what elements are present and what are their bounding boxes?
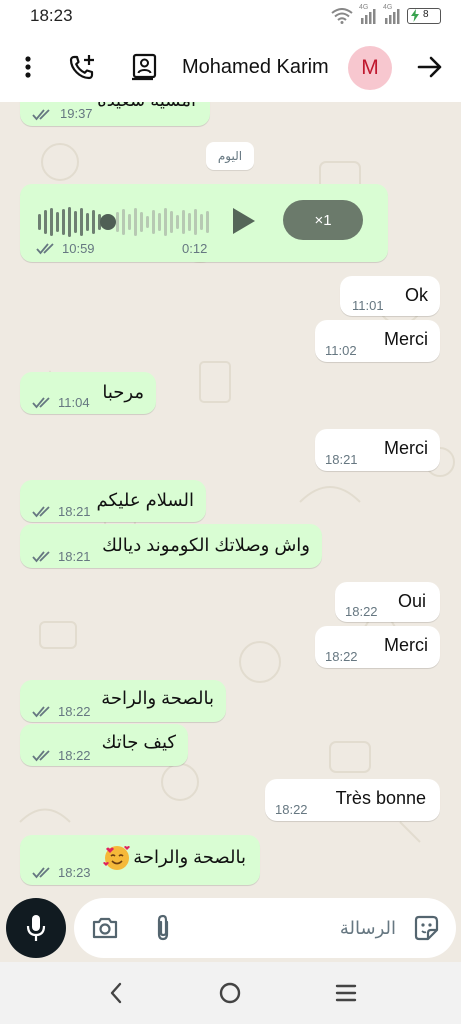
message-time: 18:22 xyxy=(58,704,91,719)
voice-record-button[interactable] xyxy=(6,898,66,958)
battery-icon: 8 xyxy=(407,8,441,24)
message-text: Ok xyxy=(404,285,428,305)
menu-icon xyxy=(335,984,357,1002)
message-bubble-incoming[interactable]: بالصحة والراحة 18:22 xyxy=(20,680,226,722)
nav-back-button[interactable] xyxy=(96,962,136,1024)
message-bubble-incoming[interactable]: مرحبا 11:04 xyxy=(20,372,156,414)
contact-name[interactable]: Mohamed Karim xyxy=(182,32,329,102)
double-check-icon xyxy=(36,243,54,255)
message-bubble-outgoing[interactable]: Merci 11:02 xyxy=(315,320,440,362)
message-text: بالصحة والراحة xyxy=(133,847,246,867)
chevron-left-icon xyxy=(110,982,122,1004)
composer-bar: الرسالة xyxy=(0,894,461,962)
more-options-button[interactable] xyxy=(12,32,44,102)
status-bar: 18:23 4G 4G 8 xyxy=(0,0,461,32)
audio-waveform[interactable] xyxy=(36,204,226,240)
message-bubble-incoming[interactable]: كيف جاتك 18:22 xyxy=(20,724,188,766)
system-navigation-bar xyxy=(0,962,461,1024)
message-time: 11:01 xyxy=(352,298,384,313)
message-text: Très bonne xyxy=(335,788,426,808)
back-button[interactable] xyxy=(412,32,448,102)
avatar[interactable]: M xyxy=(348,46,392,90)
message-time: 19:37 xyxy=(60,106,93,121)
message-time: 18:22 xyxy=(58,748,91,763)
message-text: كيف جاتك xyxy=(101,732,176,752)
message-time: 18:21 xyxy=(325,452,358,467)
double-check-icon xyxy=(32,506,50,518)
double-check-icon xyxy=(32,397,50,409)
microphone-icon xyxy=(26,915,46,941)
smiling-face-with-hearts-icon xyxy=(103,846,130,870)
input-placeholder: الرسالة xyxy=(339,917,396,938)
message-text: امسية سعيدة xyxy=(97,102,196,111)
add-call-button[interactable] xyxy=(62,32,102,102)
chat-header: Mohamed Karim M xyxy=(0,32,461,102)
message-text: مرحبا xyxy=(102,382,144,402)
message-bubble-outgoing[interactable]: Ok 11:01 xyxy=(340,276,440,316)
double-check-icon xyxy=(32,750,50,762)
contact-card-button[interactable] xyxy=(124,32,164,102)
voice-duration: 0:12 xyxy=(182,241,208,256)
play-icon[interactable] xyxy=(230,206,258,236)
message-bubble-outgoing[interactable]: Merci 18:21 xyxy=(315,429,440,471)
message-bubble-incoming[interactable]: واش وصلاتك الكوموند ديالك 18:21 xyxy=(20,524,322,568)
signal-2-icon: 4G xyxy=(383,4,401,24)
signal-1-icon: 4G xyxy=(359,4,377,24)
message-text: Merci xyxy=(384,329,428,349)
playback-speed-button[interactable]: ×1 xyxy=(283,200,363,240)
message-time: 18:22 xyxy=(325,649,358,664)
paperclip-icon xyxy=(157,914,169,941)
home-circle-icon xyxy=(219,982,241,1004)
message-bubble-outgoing[interactable]: Très bonne 18:22 xyxy=(265,779,440,821)
message-text: السلام عليكم xyxy=(96,490,194,510)
battery-level: 8 xyxy=(423,9,429,20)
message-bubble-incoming[interactable]: امسية سعيدة 19:37 xyxy=(20,102,210,126)
message-text: بالصحة والراحة xyxy=(101,688,214,708)
more-vertical-icon xyxy=(25,56,31,78)
message-time: 18:23 xyxy=(58,865,91,880)
message-bubble-outgoing[interactable]: Merci 18:22 xyxy=(315,626,440,668)
date-separator: اليوم xyxy=(206,142,254,170)
nav-home-button[interactable] xyxy=(210,962,250,1024)
message-time: 11:04 xyxy=(58,395,90,410)
camera-icon xyxy=(92,917,118,939)
message-bubble-incoming[interactable]: بالصحة والراحة 18:23 xyxy=(20,835,260,885)
message-text: Oui xyxy=(397,591,426,611)
message-text: Merci xyxy=(384,438,428,458)
double-check-icon xyxy=(32,706,50,718)
double-check-icon xyxy=(32,867,50,879)
message-time: 18:21 xyxy=(58,504,91,519)
double-check-icon xyxy=(32,551,50,563)
message-time: 18:21 xyxy=(58,549,91,564)
status-icons: 4G 4G 8 xyxy=(331,4,441,24)
sticker-button[interactable] xyxy=(408,898,444,958)
contact-card-icon xyxy=(132,53,157,81)
nav-recents-button[interactable] xyxy=(326,962,366,1024)
message-input[interactable]: الرسالة xyxy=(74,898,456,958)
status-time: 18:23 xyxy=(30,6,73,25)
attach-button[interactable] xyxy=(146,898,180,958)
camera-button[interactable] xyxy=(88,898,122,958)
sticker-icon xyxy=(414,915,439,941)
message-time: 10:59 xyxy=(62,241,95,256)
double-check-icon xyxy=(32,109,50,121)
message-time: 18:22 xyxy=(345,604,378,619)
message-text: Merci xyxy=(384,635,428,655)
message-bubble-incoming[interactable]: السلام عليكم 18:21 xyxy=(20,480,206,522)
phone-add-icon xyxy=(69,55,94,80)
message-time: 11:02 xyxy=(325,343,357,358)
message-time: 18:22 xyxy=(275,802,308,817)
message-text: واش وصلاتك الكوموند ديالك xyxy=(102,535,310,555)
arrow-right-icon xyxy=(417,56,442,78)
message-bubble-outgoing[interactable]: Oui 18:22 xyxy=(335,582,440,622)
chat-area[interactable]: امسية سعيدة 19:37 اليوم xyxy=(0,102,461,894)
wifi-icon xyxy=(331,8,353,24)
